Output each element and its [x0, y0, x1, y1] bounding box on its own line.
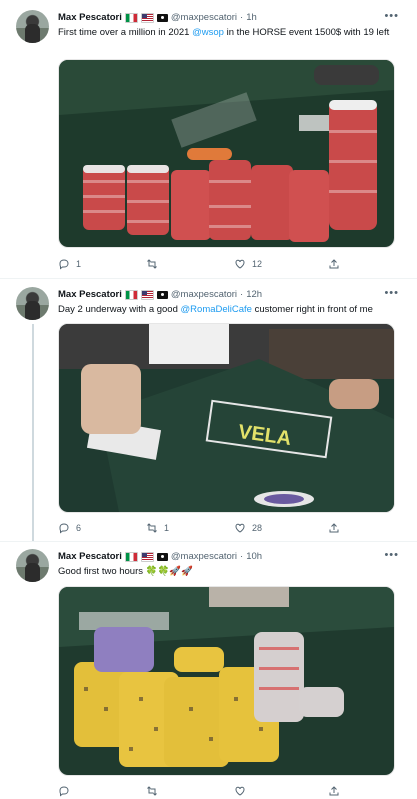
share-button[interactable]	[328, 258, 340, 270]
share-icon	[329, 786, 339, 796]
retweet-button[interactable]	[146, 785, 164, 797]
tweet-text-part: in the HORSE event 1500$ with 19 left	[223, 27, 390, 38]
author-name[interactable]: Max Pescatori	[58, 289, 122, 300]
thread-line	[32, 324, 34, 541]
avatar[interactable]	[16, 287, 49, 320]
retweet-button[interactable]	[146, 258, 164, 270]
author-handle[interactable]: @maxpescatori	[171, 12, 237, 23]
author-handle[interactable]: @maxpescatori	[171, 551, 237, 562]
italy-flag-icon	[124, 12, 138, 23]
more-icon[interactable]: •••	[384, 10, 399, 22]
like-button[interactable]: 12	[234, 258, 262, 270]
more-icon[interactable]: •••	[384, 549, 399, 561]
reply-icon	[59, 786, 69, 797]
us-flag-icon	[140, 289, 154, 300]
reply-count: 1	[76, 259, 82, 269]
reply-button[interactable]: 6	[58, 522, 81, 534]
like-button[interactable]	[234, 785, 252, 797]
retweet-icon	[147, 259, 157, 269]
tweet-image[interactable]	[58, 586, 395, 776]
tweet-text-part: customer right in front of me	[251, 304, 373, 315]
reply-icon	[59, 523, 69, 534]
tweet-feed: Max Pescatori @maxpescatori · 1h ••• Fir…	[0, 0, 417, 797]
tweet-text-part: First time over a million in 2021	[58, 27, 193, 38]
tweet-actions	[58, 785, 358, 799]
pirate-flag-icon	[156, 13, 168, 22]
like-icon	[235, 786, 245, 796]
like-icon	[235, 523, 245, 533]
author-name[interactable]: Max Pescatori	[58, 12, 122, 23]
reply-button[interactable]: 1	[58, 258, 81, 270]
tweet-text-part: Day 2 underway with a good	[58, 304, 181, 315]
retweet-icon	[147, 523, 157, 533]
tweet-1[interactable]: Max Pescatori @maxpescatori · 1h ••• Fir…	[0, 0, 417, 278]
author-name[interactable]: Max Pescatori	[58, 551, 122, 562]
retweet-icon	[147, 786, 157, 796]
more-icon[interactable]: •••	[384, 287, 399, 299]
reply-button[interactable]	[58, 785, 76, 797]
mention-link[interactable]: @RomaDeliCafe	[181, 304, 252, 315]
retweet-count: 1	[164, 523, 170, 533]
tweet-header: Max Pescatori @maxpescatori · 12h	[58, 289, 262, 300]
retweet-button[interactable]: 1	[146, 522, 169, 534]
timestamp[interactable]: 10h	[246, 551, 262, 562]
poker-chips-image	[59, 60, 394, 247]
separator-dot: ·	[240, 12, 244, 23]
reply-icon	[59, 259, 69, 270]
tweet-image[interactable]	[58, 59, 395, 248]
tweet-text: Day 2 underway with a good @RomaDeliCafe…	[58, 303, 393, 316]
us-flag-icon	[140, 12, 154, 23]
tweet-actions: 6 1 28	[58, 522, 358, 536]
share-icon	[329, 259, 339, 269]
tweet-text: First time over a million in 2021 @wsop …	[58, 26, 393, 39]
tweet-2[interactable]: Max Pescatori @maxpescatori · 12h ••• Da…	[0, 279, 417, 541]
separator-dot: ·	[240, 289, 244, 300]
share-button[interactable]	[328, 785, 340, 797]
pirate-flag-icon	[156, 552, 168, 561]
tweet-3[interactable]: Max Pescatori @maxpescatori · 10h ••• Go…	[0, 542, 417, 797]
share-icon	[329, 523, 339, 533]
reply-count: 6	[76, 523, 82, 533]
italy-flag-icon	[124, 551, 138, 562]
timestamp[interactable]: 1h	[246, 12, 257, 23]
author-handle[interactable]: @maxpescatori	[171, 289, 237, 300]
poker-chips-yellow-image	[59, 587, 394, 775]
tweet-image[interactable]: VELA	[58, 323, 395, 513]
pirate-flag-icon	[156, 290, 168, 299]
tweet-actions: 1 12	[58, 258, 358, 272]
tweet-header: Max Pescatori @maxpescatori · 1h	[58, 12, 257, 23]
share-button[interactable]	[328, 522, 340, 534]
like-count: 12	[252, 259, 263, 269]
like-icon	[235, 259, 245, 269]
timestamp[interactable]: 12h	[246, 289, 262, 300]
avatar[interactable]	[16, 549, 49, 582]
us-flag-icon	[140, 551, 154, 562]
tweet-text-part: Good first two hours 🍀🍀🚀🚀	[58, 566, 193, 577]
like-count: 28	[252, 523, 263, 533]
tweet-header: Max Pescatori @maxpescatori · 10h	[58, 551, 262, 562]
separator-dot: ·	[240, 551, 244, 562]
mention-link[interactable]: @wsop	[192, 27, 224, 38]
italy-flag-icon	[124, 289, 138, 300]
tweet-text: Good first two hours 🍀🍀🚀🚀	[58, 565, 393, 578]
like-button[interactable]: 28	[234, 522, 262, 534]
avatar[interactable]	[16, 10, 49, 43]
poker-table-image: VELA	[59, 324, 394, 512]
